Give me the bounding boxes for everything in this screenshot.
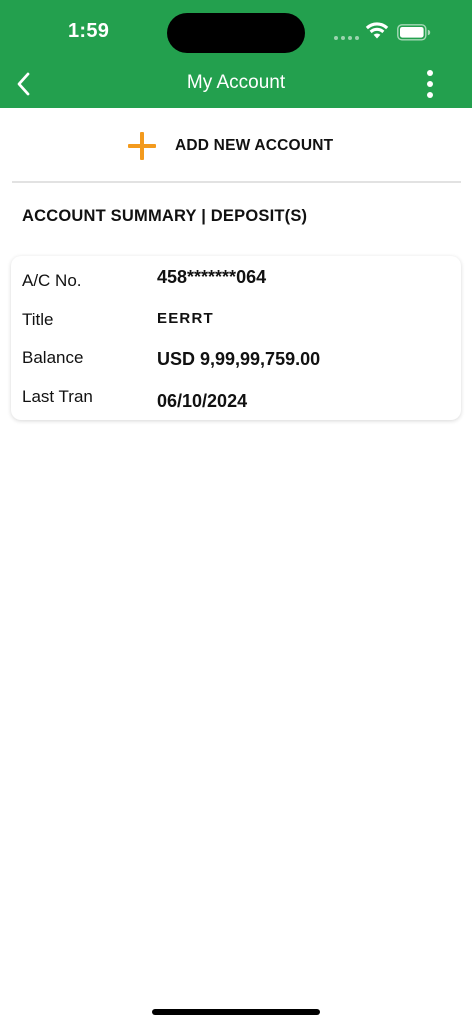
last-tran-value: 06/10/2024 [157, 391, 248, 411]
section-title: ACCOUNT SUMMARY | DEPOSIT(S) [22, 207, 308, 225]
home-indicator[interactable] [152, 1009, 320, 1015]
account-summary-card[interactable]: A/C No. 458*******064 Title EERRT Balanc… [11, 256, 461, 420]
wifi-icon [365, 22, 389, 39]
title-value: EERRT [157, 310, 214, 327]
add-new-account-label: ADD NEW ACCOUNT [175, 137, 334, 154]
app-header: 1:59 My Account [0, 0, 472, 108]
ac-no-label: A/C No. [22, 271, 82, 290]
add-new-account-button[interactable]: ADD NEW ACCOUNT [128, 128, 333, 164]
title-label: Title [22, 310, 54, 329]
ac-no-value: 458*******064 [157, 267, 267, 287]
more-options-button[interactable] [418, 68, 442, 100]
balance-label: Balance [22, 348, 84, 367]
cellular-signal-icon [334, 36, 359, 40]
battery-icon [397, 24, 431, 41]
divider [12, 181, 461, 183]
vertical-ellipsis-icon [427, 70, 433, 76]
plus-icon [128, 132, 156, 160]
dynamic-island [167, 13, 305, 53]
status-time: 1:59 [68, 20, 110, 42]
balance-value: USD 9,99,99,759.00 [157, 349, 321, 369]
last-tran-label: Last Tran [22, 387, 93, 406]
page-title: My Account [186, 72, 286, 93]
